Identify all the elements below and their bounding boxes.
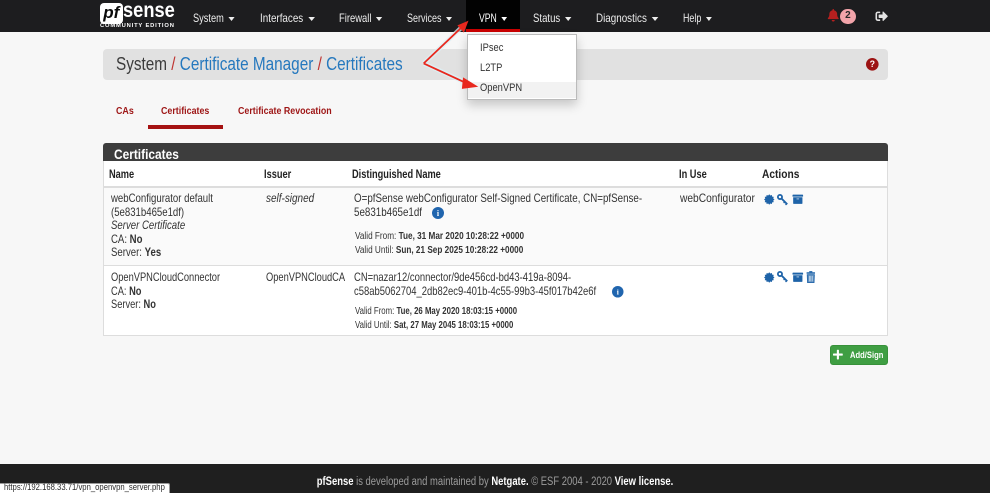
svg-text:?: ? — [869, 59, 874, 69]
svg-text:i: i — [436, 209, 439, 218]
